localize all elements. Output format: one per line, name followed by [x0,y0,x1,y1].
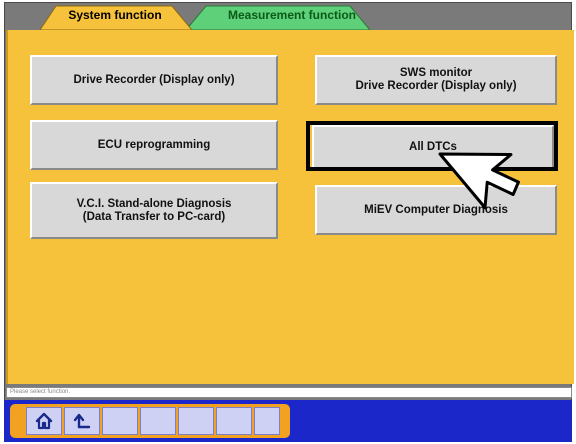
tab-measurement-label: Measurement function [227,8,356,22]
vci-standalone-button[interactable]: V.C.I. Stand-alone Diagnosis (Data Trans… [30,182,278,239]
tab-system-label: System function [68,8,162,22]
return-arrow-icon [73,413,91,429]
toolbar-slot-4[interactable] [140,407,176,435]
toolbar-buttons [10,404,290,438]
home-button[interactable] [26,407,62,435]
sws-monitor-button[interactable]: SWS monitor Drive Recorder (Display only… [315,55,557,105]
status-line: Please select function. [6,387,572,398]
ecu-reprogramming-button[interactable]: ECU reprogramming [30,120,278,170]
toolbar-slot-6[interactable] [216,407,252,435]
mouse-pointer-icon [438,152,520,210]
toolbar-slot-3[interactable] [102,407,138,435]
toolbar-slot-7[interactable] [254,407,280,435]
home-icon [35,412,53,430]
toolbar-slot-5[interactable] [178,407,214,435]
drive-recorder-button[interactable]: Drive Recorder (Display only) [30,55,278,105]
back-button[interactable] [64,407,100,435]
